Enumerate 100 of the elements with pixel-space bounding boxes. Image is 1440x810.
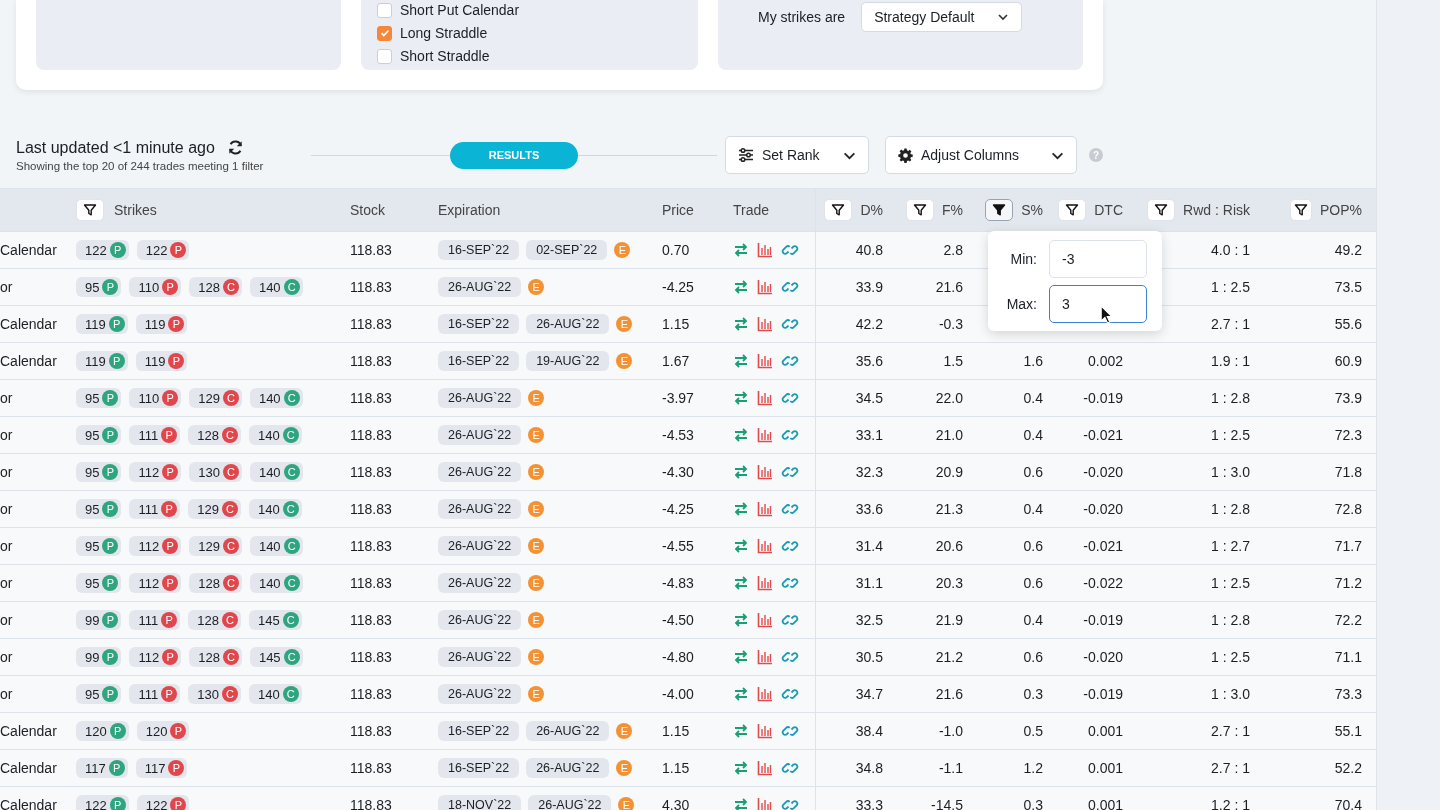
swap-icon[interactable] bbox=[733, 612, 749, 628]
table-cell: -0.020 bbox=[1083, 464, 1123, 480]
filter-icon bbox=[1294, 203, 1308, 217]
strike-badge: 111 P bbox=[129, 684, 181, 704]
chart-icon[interactable] bbox=[757, 316, 773, 332]
swap-icon[interactable] bbox=[733, 686, 749, 702]
chart-icon[interactable] bbox=[757, 538, 773, 554]
chart-icon[interactable] bbox=[757, 575, 773, 591]
expiration-badge: 26-AUG`22 bbox=[438, 536, 522, 556]
table-cell: 118.83 bbox=[350, 353, 392, 369]
expiration-badge: 26-AUG`22 bbox=[528, 795, 612, 810]
swap-icon[interactable] bbox=[733, 353, 749, 369]
table-cell: 21.3 bbox=[935, 501, 963, 517]
strike-badge: 99 P bbox=[76, 647, 122, 667]
strategy-name: Calendar bbox=[0, 316, 57, 332]
table-cell: -0.021 bbox=[1083, 427, 1123, 443]
earnings-badge: E bbox=[616, 760, 633, 776]
chart-icon[interactable] bbox=[757, 390, 773, 406]
table-cell: 34.5 bbox=[855, 390, 883, 406]
last-updated-title: Last updated <1 minute ago bbox=[16, 138, 215, 157]
chart-icon[interactable] bbox=[757, 242, 773, 258]
refresh-icon[interactable] bbox=[226, 139, 244, 156]
chart-icon[interactable] bbox=[757, 501, 773, 517]
strike-badge: 119 P bbox=[135, 314, 188, 334]
chart-icon[interactable] bbox=[757, 612, 773, 628]
strike-badge: 95 P bbox=[76, 684, 122, 704]
strike-badge: 119 P bbox=[76, 351, 128, 371]
expiration-badge: 16-SEP`22 bbox=[438, 314, 520, 334]
table-cell: 0.3 bbox=[1023, 686, 1043, 702]
filter-button[interactable] bbox=[985, 199, 1014, 221]
swap-icon[interactable] bbox=[733, 723, 749, 739]
table-cell: 1.15 bbox=[662, 760, 690, 776]
swap-icon[interactable] bbox=[733, 316, 749, 332]
swap-icon[interactable] bbox=[733, 390, 749, 406]
swap-icon[interactable] bbox=[733, 575, 749, 591]
expiration-badge: 26-AUG`22 bbox=[438, 499, 522, 519]
table-cell: 73.9 bbox=[1334, 390, 1362, 406]
strike-badge: 122 P bbox=[76, 795, 129, 810]
swap-icon[interactable] bbox=[733, 797, 749, 810]
chart-icon[interactable] bbox=[757, 649, 773, 665]
chart-icon[interactable] bbox=[757, 686, 773, 702]
strike-badge: 111 P bbox=[129, 499, 181, 519]
chart-icon[interactable] bbox=[757, 797, 773, 810]
swap-icon[interactable] bbox=[733, 501, 749, 517]
earnings-badge: E bbox=[528, 427, 545, 443]
swap-icon[interactable] bbox=[733, 649, 749, 665]
table-cell: 0.001 bbox=[1087, 760, 1123, 776]
strike-badge: 122 P bbox=[136, 240, 190, 260]
earnings-badge: E bbox=[616, 316, 633, 332]
table-cell: -4.55 bbox=[662, 538, 694, 554]
strike-badge: 117 P bbox=[135, 758, 188, 778]
checkbox[interactable] bbox=[377, 48, 392, 64]
table-cell: -3.97 bbox=[662, 390, 694, 406]
table-cell: 20.3 bbox=[935, 575, 963, 591]
table-cell: 21.6 bbox=[935, 686, 963, 702]
table-cell: 1.5 bbox=[943, 353, 963, 369]
chart-icon[interactable] bbox=[757, 723, 773, 739]
table-cell: 0.70 bbox=[662, 242, 690, 258]
adjust-columns-button[interactable]: Adjust Columns bbox=[885, 136, 1077, 174]
table-cell: -0.019 bbox=[1083, 686, 1123, 702]
chart-icon[interactable] bbox=[757, 464, 773, 480]
table-cell: -0.3 bbox=[938, 316, 963, 332]
expiration-badge: 18-NOV`22 bbox=[438, 795, 522, 810]
column-header: Expiration bbox=[438, 202, 501, 218]
checkbox[interactable] bbox=[377, 2, 392, 18]
input-field[interactable]: 3 bbox=[1049, 284, 1147, 323]
strike-badge: 129 C bbox=[189, 536, 242, 556]
table-cell: -0.020 bbox=[1083, 501, 1123, 517]
swap-icon[interactable] bbox=[733, 242, 749, 258]
swap-icon[interactable] bbox=[733, 760, 749, 776]
checkbox[interactable] bbox=[377, 25, 392, 41]
chart-icon[interactable] bbox=[757, 353, 773, 369]
strike-badge: 95 P bbox=[76, 425, 122, 445]
swap-icon[interactable] bbox=[733, 279, 749, 295]
expiration-badge: 02-SEP`22 bbox=[526, 240, 608, 260]
set-rank-button[interactable]: Set Rank bbox=[725, 136, 869, 174]
swap-icon[interactable] bbox=[733, 464, 749, 480]
strike-badge: 111 P bbox=[129, 610, 181, 630]
table-cell: -4.25 bbox=[662, 279, 694, 295]
strategy-name: or bbox=[0, 279, 13, 295]
check-icon bbox=[378, 27, 391, 39]
chart-icon[interactable] bbox=[757, 427, 773, 443]
table-cell: 71.2 bbox=[1334, 575, 1362, 591]
chart-icon[interactable] bbox=[757, 760, 773, 776]
table-cell: 0.6 bbox=[1023, 575, 1043, 591]
strike-badge: 111 P bbox=[129, 425, 181, 445]
results-summary: Showing the top 20 of 244 trades meeting 1 filter bbox=[16, 159, 265, 172]
strikes-dropdown[interactable]: Strategy Default bbox=[861, 2, 1022, 32]
column-header: Trade bbox=[733, 202, 770, 218]
gear-icon bbox=[898, 147, 913, 163]
earnings-badge: E bbox=[528, 279, 545, 295]
expiration-badge: 26-AUG`22 bbox=[438, 684, 522, 704]
input-field[interactable]: -3 bbox=[1049, 239, 1147, 278]
table-cell: 0.4 bbox=[1023, 390, 1043, 406]
strategy-name: or bbox=[0, 686, 13, 702]
swap-icon[interactable] bbox=[733, 538, 749, 554]
swap-icon[interactable] bbox=[733, 427, 749, 443]
chart-icon[interactable] bbox=[757, 279, 773, 295]
table-cell: 4.0 : 1 bbox=[1211, 242, 1250, 258]
strike-badge: 117 P bbox=[76, 758, 128, 778]
